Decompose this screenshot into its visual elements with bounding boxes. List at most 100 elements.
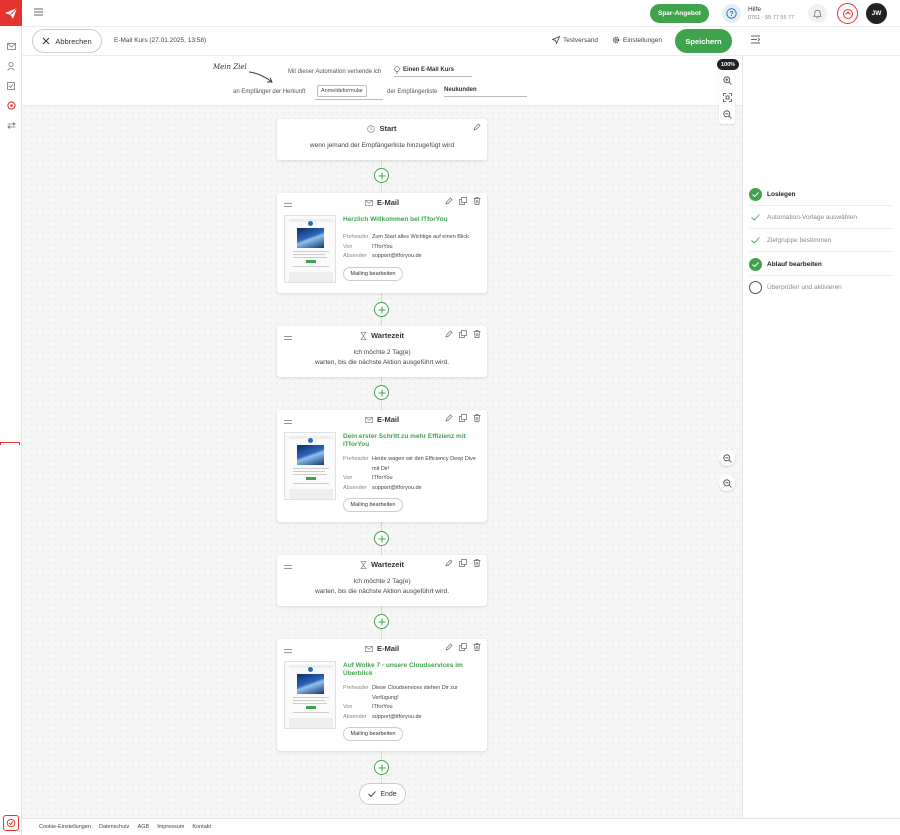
svg-text:?: ? xyxy=(729,11,733,18)
footer-link-terms[interactable]: AGB xyxy=(138,824,150,830)
email-node-3[interactable]: E-Mail Auf Wolke 7 - unsere Cloudservice… xyxy=(277,639,487,751)
end-node[interactable]: Ende xyxy=(359,783,406,805)
email-node-header: E-Mail xyxy=(277,410,487,429)
fit-screen-icon[interactable] xyxy=(721,91,733,103)
step-loslegen[interactable]: Loslegen xyxy=(749,183,893,206)
pencil-icon[interactable] xyxy=(445,197,453,205)
zoom-out-icon[interactable] xyxy=(721,108,733,120)
settings-button[interactable]: Einstellungen xyxy=(612,36,662,44)
step-vorlage[interactable]: Automation-Vorlage auswählen xyxy=(749,206,893,229)
mailing-thumbnail[interactable] xyxy=(284,215,336,283)
edit-mailing-button[interactable]: Mailing bearbeiten xyxy=(343,727,403,741)
goal-type-field[interactable]: Einen E-Mail Kurs xyxy=(394,66,472,77)
zoom-in-icon[interactable] xyxy=(721,74,733,86)
mailing-thumbnail[interactable] xyxy=(284,661,336,729)
pencil-icon[interactable] xyxy=(445,414,453,422)
automation-title: E-Mail Kurs (27.01.2025, 13:58) xyxy=(114,37,207,44)
meta-label: Preheader xyxy=(343,234,369,240)
goal-sentence-1: Mit dieser Automation versende ich xyxy=(288,69,382,75)
send-icon xyxy=(552,36,560,44)
drag-handle-icon[interactable] xyxy=(284,200,292,209)
app-logo[interactable] xyxy=(0,0,22,26)
copy-icon[interactable] xyxy=(459,414,467,422)
edit-mailing-button[interactable]: Mailing bearbeiten xyxy=(343,498,403,512)
origin-underline xyxy=(315,99,383,100)
wait-node-2[interactable]: Wartezeit Ich möchte 2 Tag(e) warten, bi… xyxy=(277,555,487,606)
email-node-header: E-Mail xyxy=(277,639,487,658)
drag-handle-icon[interactable] xyxy=(284,333,292,342)
plus-icon xyxy=(378,535,385,542)
from-value: ITforYou xyxy=(372,243,393,250)
pencil-icon[interactable] xyxy=(473,123,481,131)
zoom-in-icon[interactable] xyxy=(719,450,735,466)
pencil-icon[interactable] xyxy=(445,330,453,338)
drag-handle-icon[interactable] xyxy=(284,646,292,655)
pencil-icon[interactable] xyxy=(445,559,453,567)
menu-icon[interactable] xyxy=(34,8,43,18)
trash-icon[interactable] xyxy=(473,643,481,651)
footer-link-cookies[interactable]: Cookie-Einstellungen xyxy=(39,824,91,830)
copy-icon[interactable] xyxy=(459,197,467,205)
zoom-level: 100% xyxy=(717,59,739,70)
footer-link-imprint[interactable]: Impressum xyxy=(157,824,184,830)
copy-icon[interactable] xyxy=(459,643,467,651)
copy-icon[interactable] xyxy=(459,559,467,567)
mail-icon[interactable] xyxy=(5,40,17,52)
zoom-toolbar xyxy=(719,72,735,124)
plus-icon xyxy=(378,389,385,396)
top-bar: Spar-Angebot ? Hilfe 0761 - 55 77 55 77 … xyxy=(22,0,900,27)
envelope-icon xyxy=(365,199,373,206)
recipient-list-field[interactable]: Neukunden xyxy=(444,87,527,97)
trash-icon[interactable] xyxy=(473,559,481,567)
add-step-button[interactable] xyxy=(374,614,389,629)
wait-line-2: warten, bis die nächste Aktion ausgeführ… xyxy=(314,359,450,366)
origin-chip[interactable]: Anmeldeformular xyxy=(317,85,367,97)
tasks-icon[interactable] xyxy=(5,80,17,92)
add-step-button[interactable] xyxy=(374,168,389,183)
wait-node-1[interactable]: Wartezeit Ich möchte 2 Tag(e) warten, bi… xyxy=(277,326,487,377)
email-node-title: E-Mail xyxy=(376,415,400,424)
help-contact[interactable]: Hilfe 0761 - 55 77 55 77 xyxy=(748,6,794,22)
drag-handle-icon[interactable] xyxy=(284,417,292,426)
plus-icon xyxy=(378,172,385,179)
start-node[interactable]: Start wenn jemand der Empfängerliste hin… xyxy=(277,119,487,160)
help-icon[interactable]: ? xyxy=(722,4,741,23)
meta-label: Preheader xyxy=(343,685,369,691)
spar-offer-button[interactable]: Spar-Angebot xyxy=(650,4,709,23)
trash-icon[interactable] xyxy=(473,330,481,338)
trash-icon[interactable] xyxy=(473,414,481,422)
add-step-button[interactable] xyxy=(374,302,389,317)
email-node-header: E-Mail xyxy=(277,193,487,212)
step-pruefen[interactable]: Überprüfen und aktivieren xyxy=(749,276,893,299)
transfer-icon[interactable] xyxy=(5,119,17,131)
footer-link-privacy[interactable]: Datenschutz xyxy=(99,824,130,830)
mailing-thumbnail[interactable] xyxy=(284,432,336,500)
panel-toggle-icon[interactable] xyxy=(751,35,761,46)
save-button[interactable]: Speichern xyxy=(675,29,732,53)
step-zielgruppe[interactable]: Zielgruppe bestimmen xyxy=(749,229,893,252)
wait-line-1: Ich möchte 2 Tag(e) xyxy=(353,349,411,356)
add-step-button[interactable] xyxy=(374,531,389,546)
meta-label: Absender xyxy=(343,253,367,259)
cancel-button[interactable]: Abbrechen xyxy=(32,29,102,53)
brand-avatar-icon[interactable] xyxy=(837,3,858,24)
footer-link-contact[interactable]: Kontakt xyxy=(192,824,211,830)
flow-canvas[interactable]: Mein Ziel Mit dieser Automation versende… xyxy=(22,56,742,818)
contacts-icon[interactable] xyxy=(5,60,17,72)
bell-icon[interactable] xyxy=(808,4,827,23)
copy-icon[interactable] xyxy=(459,330,467,338)
automation-icon[interactable] xyxy=(5,99,17,111)
add-step-button[interactable] xyxy=(374,385,389,400)
test-send-button[interactable]: Testversand xyxy=(552,36,598,44)
user-avatar[interactable]: JW xyxy=(866,3,887,24)
drag-handle-icon[interactable] xyxy=(284,562,292,571)
add-step-button[interactable] xyxy=(374,760,389,775)
email-node-2[interactable]: E-Mail Dein erster Schritt zu mehr Effiz… xyxy=(277,410,487,522)
zoom-out-icon[interactable] xyxy=(719,475,735,491)
pencil-icon[interactable] xyxy=(445,643,453,651)
edit-mailing-button[interactable]: Mailing bearbeiten xyxy=(343,267,403,281)
step-ablauf[interactable]: Ablauf bearbeiten xyxy=(749,253,893,276)
trash-icon[interactable] xyxy=(473,197,481,205)
brand-badge-icon[interactable] xyxy=(3,815,19,831)
email-node-1[interactable]: E-Mail Herzlich Willkommen bei ITforYou … xyxy=(277,193,487,293)
